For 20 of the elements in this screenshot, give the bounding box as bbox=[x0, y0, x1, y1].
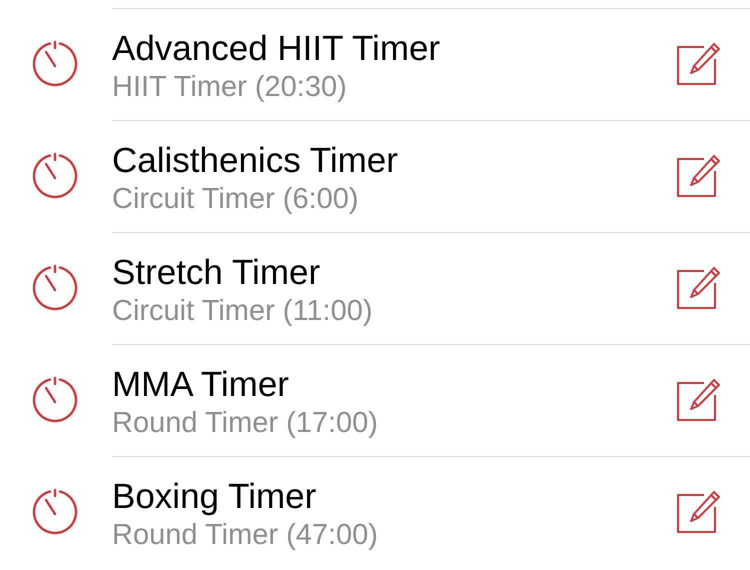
stopwatch-icon bbox=[30, 151, 80, 201]
edit-button[interactable] bbox=[676, 154, 720, 198]
timer-subtitle: Round Timer (17:00) bbox=[112, 406, 379, 440]
timer-title: MMA Timer bbox=[112, 364, 290, 404]
timer-title: Boxing Timer bbox=[112, 476, 318, 516]
timer-subtitle: HIIT Timer (20:30) bbox=[112, 70, 348, 104]
timer-subtitle: Circuit Timer (11:00) bbox=[112, 294, 374, 328]
timer-title: Calisthenics Timer bbox=[112, 140, 399, 180]
stopwatch-icon bbox=[30, 39, 80, 89]
timer-title: Advanced HIIT Timer bbox=[112, 28, 442, 68]
stopwatch-icon bbox=[30, 487, 80, 537]
timer-title: Stretch Timer bbox=[112, 252, 322, 292]
edit-button[interactable] bbox=[676, 42, 720, 86]
timer-subtitle: Circuit Timer (6:00) bbox=[112, 182, 360, 216]
stopwatch-icon bbox=[30, 375, 80, 425]
edit-button[interactable] bbox=[676, 266, 720, 310]
stopwatch-icon bbox=[30, 263, 80, 313]
edit-button[interactable] bbox=[676, 378, 720, 422]
edit-button[interactable] bbox=[676, 490, 720, 534]
timer-subtitle: Round Timer (47:00) bbox=[112, 518, 379, 552]
